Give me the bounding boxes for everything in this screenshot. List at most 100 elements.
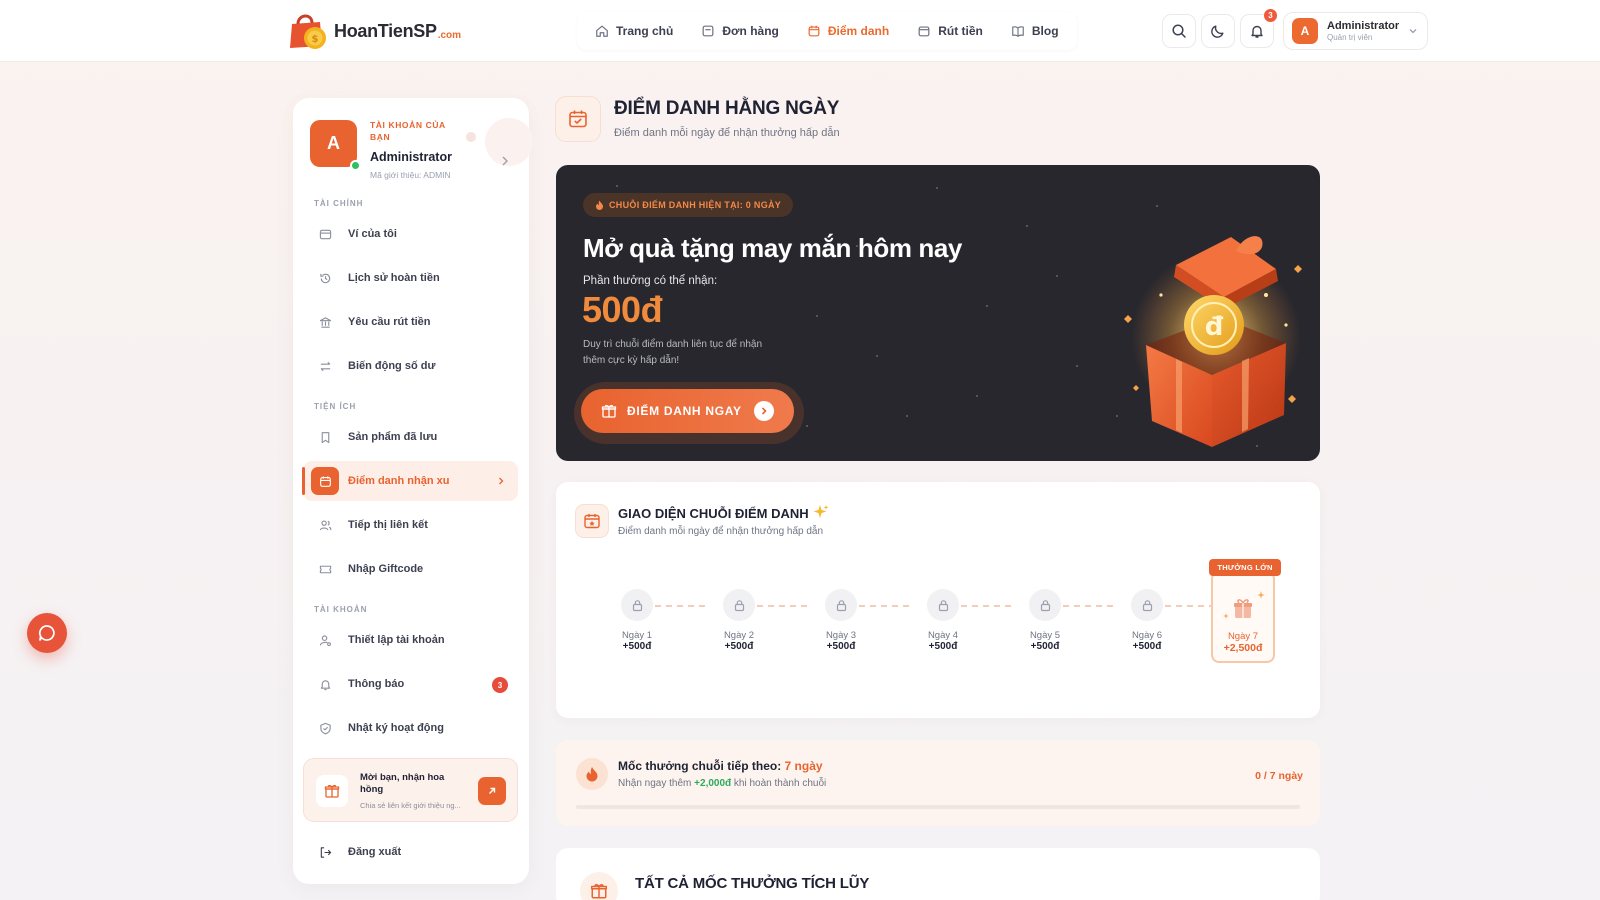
sparkle-icon <box>813 505 829 518</box>
streak-day-5: Ngày 5 +500đ <box>1005 589 1085 652</box>
sidebar-item-withdraw-request[interactable]: Yêu cầu rút tiền <box>303 302 518 342</box>
calendar-check-icon <box>555 96 601 142</box>
notification-badge: 3 <box>492 677 508 693</box>
chevron-right-icon <box>499 477 504 485</box>
topnav-home[interactable]: Trang chủ <box>583 16 685 46</box>
user-menu[interactable]: A Administrator Quản trị viên <box>1283 12 1428 50</box>
sidebar-item-label: Nhập Giftcode <box>348 563 424 575</box>
sidebar-item-logout[interactable]: Đăng xuất <box>303 832 518 872</box>
moon-icon <box>1211 25 1224 38</box>
streak-day-4: Ngày 4 +500đ <box>903 589 983 652</box>
day-label: Ngày 3 <box>825 630 857 641</box>
hero-reward-label: Phần thưởng có thể nhận: <box>583 275 718 287</box>
sidebar-item-saved-products[interactable]: Sản phẩm đã lưu <box>303 417 518 457</box>
chat-bubble-icon <box>39 625 55 641</box>
star-dot <box>976 395 978 397</box>
topnav-orders[interactable]: Đơn hàng <box>689 16 791 46</box>
streak-connector <box>1063 605 1113 607</box>
top-navigation: Trang chủ Đơn hàng Điểm danh Rút tiền Bl… <box>577 12 1077 50</box>
streak-connector <box>1165 605 1215 607</box>
sidebar-item-checkin-coins[interactable]: Điểm danh nhận xu <box>302 461 518 501</box>
streak-status-text: CHUỖI ĐIỂM DANH HIỆN TẠI: 0 NGÀY <box>609 200 782 210</box>
star-dot <box>1156 205 1158 207</box>
user-settings-icon <box>311 626 339 654</box>
day-label: Ngày 4 <box>927 630 959 641</box>
invite-subtitle: Chia sẻ liên kết giới thiệu ng... <box>360 801 461 810</box>
sidebar-item-account-settings[interactable]: Thiết lập tài khoản <box>303 620 518 660</box>
search-icon <box>1172 24 1186 38</box>
notification-button[interactable]: 3 <box>1240 9 1277 48</box>
users-icon <box>311 511 339 539</box>
sidebar-item-label: Đăng xuất <box>348 846 402 858</box>
invite-title: Mời bạn, nhận hoa hồng <box>360 772 445 796</box>
history-icon <box>311 264 339 292</box>
chat-button[interactable] <box>27 613 67 653</box>
sidebar-item-label: Thiết lập tài khoản <box>348 634 445 646</box>
sparkle-icon <box>1257 591 1265 599</box>
topnav-checkin[interactable]: Điểm danh <box>795 16 901 46</box>
milestone-progress-bar <box>576 805 1300 809</box>
lock-icon <box>927 589 959 621</box>
sidebar-item-label: Lịch sử hoàn tiền <box>348 272 440 284</box>
brand-logo[interactable]: $ HoanTienSP .com <box>284 10 461 52</box>
topnav-withdraw[interactable]: Rút tiền <box>905 16 995 46</box>
milestone-progress-count: 0 / 7 ngày <box>1255 770 1303 782</box>
checkin-now-button[interactable]: ĐIỂM DANH NGAY <box>581 389 794 433</box>
lock-icon <box>621 589 653 621</box>
ticket-icon <box>311 555 339 583</box>
gift-box-illustration: đ <box>1124 236 1302 447</box>
wallet-icon <box>311 220 339 248</box>
milestone-subtitle: Nhận ngay thêm +2,000đ khi hoàn thành ch… <box>618 778 827 789</box>
chevron-right-icon[interactable] <box>498 154 512 168</box>
accumulated-rewards-title: TẤT CẢ MỐC THƯỞNG TÍCH LŨY <box>635 875 870 892</box>
flame-icon <box>596 200 603 210</box>
day-label: Ngày 6 <box>1131 630 1163 641</box>
sidebar-item-giftcode[interactable]: Nhập Giftcode <box>303 549 518 589</box>
search-button[interactable] <box>1162 14 1196 48</box>
sidebar: A TÀI KHOẢN CỦA BẠN Administrator Mã giớ… <box>293 98 533 884</box>
topnav-orders-label: Đơn hàng <box>722 24 779 38</box>
sidebar-item-cashback-history[interactable]: Lịch sử hoàn tiền <box>303 258 518 298</box>
hero-reward-amount: 500đ <box>582 289 663 330</box>
topnav-blog-label: Blog <box>1031 24 1059 38</box>
gift-icon <box>580 872 618 900</box>
sidebar-item-label: Thông báo <box>348 678 405 690</box>
lock-icon <box>825 589 857 621</box>
day-label: Ngày 7 <box>1227 631 1259 642</box>
order-icon <box>702 25 714 37</box>
gift-box-icon <box>1234 599 1252 618</box>
streak-day-1: Ngày 1 +500đ <box>597 589 677 652</box>
sidebar-item-notifications[interactable]: Thông báo 3 <box>303 664 518 704</box>
streak-day-7-bonus: THƯỞNG LỚN Ngày 7 +2,500đ <box>1209 559 1281 663</box>
gift-icon <box>601 404 617 418</box>
bell-icon <box>311 670 339 698</box>
shield-icon <box>311 714 339 742</box>
star-dot <box>616 185 618 187</box>
sidebar-item-wallet[interactable]: Ví của tôi <box>303 214 518 254</box>
star-dot <box>936 187 938 189</box>
sidebar-item-label: Biến động số dư <box>348 360 436 372</box>
logo-bag-icon: $ <box>284 10 332 52</box>
streak-day-3: Ngày 3 +500đ <box>801 589 881 652</box>
streak-card: GIAO DIỆN CHUỖI ĐIỂM DANH Điểm danh mỗi … <box>556 482 1320 718</box>
streak-connector <box>655 605 705 607</box>
sidebar-item-balance-changes[interactable]: Biến động số dư <box>303 346 518 386</box>
arrow-right-icon <box>754 401 774 421</box>
sidebar-item-activity-log[interactable]: Nhật ký hoạt động <box>303 708 518 748</box>
bank-icon <box>311 308 339 336</box>
sidebar-item-label: Nhật ký hoạt động <box>348 722 444 734</box>
star-dot <box>1026 225 1028 227</box>
topnav-checkin-label: Điểm danh <box>827 24 890 38</box>
hero-description: Duy trì chuỗi điểm danh liên tục để nhận… <box>583 339 762 366</box>
profile-avatar: A <box>310 120 357 167</box>
star-dot <box>1056 275 1058 277</box>
section-utilities: TIỆN ÍCH <box>314 402 357 411</box>
topnav-blog[interactable]: Blog <box>999 16 1071 46</box>
invite-share-button[interactable] <box>478 777 506 805</box>
sidebar-item-affiliate[interactable]: Tiếp thị liên kết <box>303 505 518 545</box>
streak-connector <box>757 605 807 607</box>
calendar-star-icon <box>575 504 609 538</box>
star-dot <box>906 415 908 417</box>
invite-friends-card[interactable]: Mời bạn, nhận hoa hồng Chia sẻ liên kết … <box>303 758 518 822</box>
theme-toggle-button[interactable] <box>1201 14 1235 48</box>
